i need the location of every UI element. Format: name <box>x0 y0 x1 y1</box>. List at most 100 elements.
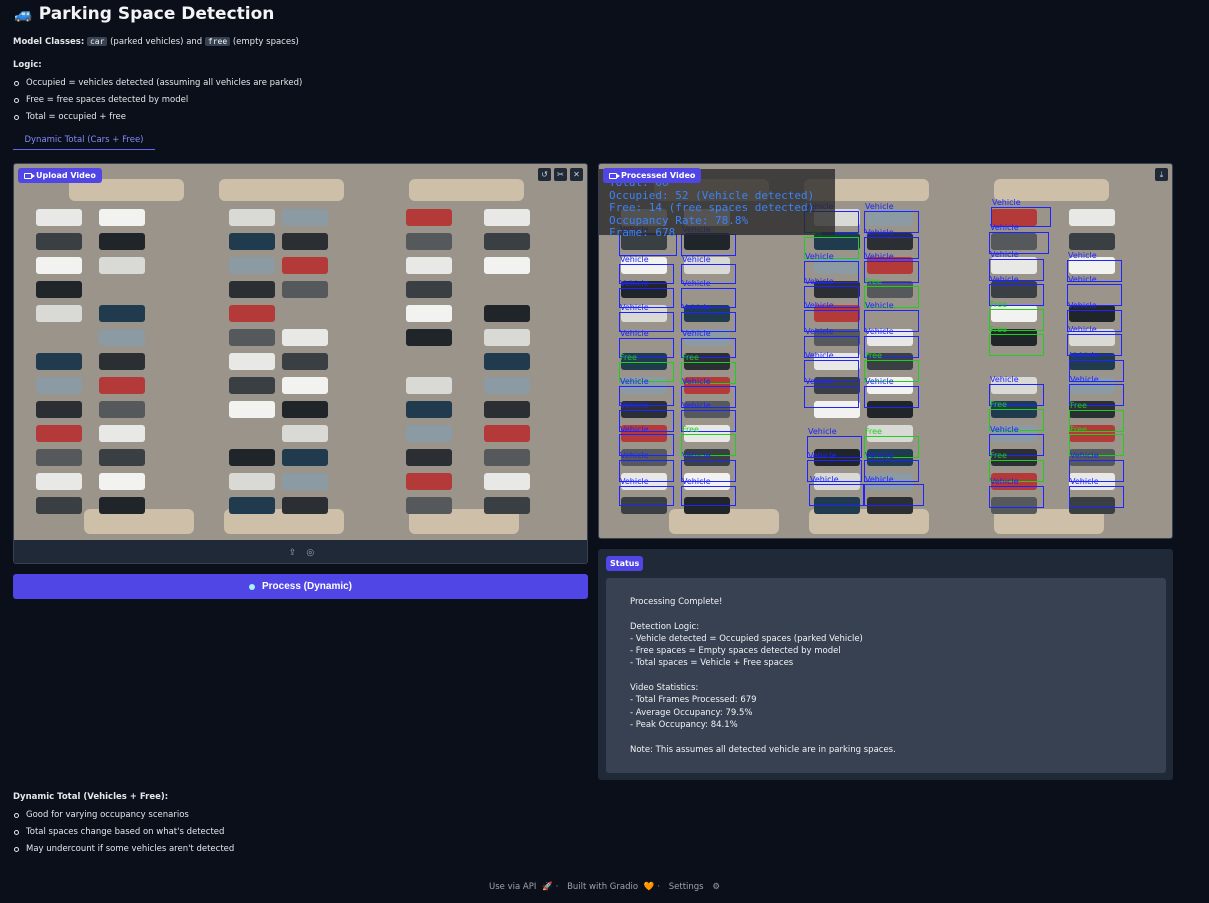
detection-label: Vehicle <box>865 451 894 460</box>
detection-label: Vehicle <box>682 377 711 386</box>
close-icon[interactable]: ✕ <box>570 168 583 181</box>
vehicle-detection-box: Vehicle <box>1069 477 1124 508</box>
detection-label: Vehicle <box>990 477 1019 486</box>
scissors-icon[interactable]: ✂ <box>554 168 567 181</box>
status-line: Video Statistics: <box>630 683 699 694</box>
parked-car <box>484 209 530 226</box>
parked-car <box>484 257 530 274</box>
detection-label: Vehicle <box>1070 477 1099 486</box>
parked-car <box>229 377 275 394</box>
detection-label: Free <box>990 400 1007 409</box>
parked-car <box>229 449 275 466</box>
upload-video-frame <box>14 164 587 540</box>
parked-car <box>229 473 275 490</box>
detection-label: Free <box>990 325 1007 334</box>
download-icon[interactable]: ⤓ <box>1155 168 1168 181</box>
detection-label: Vehicle <box>808 451 837 460</box>
free-detection-box: Free <box>989 325 1044 356</box>
parked-car <box>99 425 145 442</box>
detection-label: Vehicle <box>620 329 649 338</box>
status-line: - Vehicle detected = Occupied spaces (pa… <box>630 633 863 644</box>
detection-label: Vehicle <box>805 327 834 336</box>
parked-car <box>99 353 145 370</box>
upload-video-panel[interactable]: Upload Video ↺ ✂ ✕ ⇪ ◎ <box>13 163 588 564</box>
parked-car <box>406 497 452 514</box>
parked-car <box>36 377 82 394</box>
car-icon: 🚙 <box>14 5 33 23</box>
detection-label: Vehicle <box>620 279 649 288</box>
detection-label: Vehicle <box>805 277 834 286</box>
detection-label: Vehicle <box>990 223 1019 232</box>
detection-label: Vehicle <box>805 377 834 386</box>
undo-icon[interactable]: ↺ <box>538 168 551 181</box>
parked-car <box>36 449 82 466</box>
settings-link[interactable]: Settings ⚙ <box>666 882 723 892</box>
parked-car <box>36 425 82 442</box>
detection-label: Vehicle <box>1068 275 1097 284</box>
parked-car <box>229 497 275 514</box>
detection-label: Vehicle <box>1070 351 1099 360</box>
logic-list: Occupied = vehicles detected (assuming a… <box>13 76 302 127</box>
parked-car <box>282 425 328 442</box>
parked-car <box>99 329 145 346</box>
detection-label: Vehicle <box>805 301 834 310</box>
footer: Use via API 🚀 · Built with Gradio 🧡 · Sett… <box>0 882 1209 892</box>
parked-car <box>99 449 145 466</box>
detection-label: Vehicle <box>620 451 649 460</box>
parked-car <box>99 401 145 418</box>
detection-label: Vehicle <box>990 375 1019 384</box>
parked-car <box>406 329 452 346</box>
detection-label: Vehicle <box>620 425 649 434</box>
parked-car <box>484 401 530 418</box>
parked-car <box>406 449 452 466</box>
status-textbox[interactable]: Processing Complete! Detection Logic: - Ve… <box>606 578 1166 773</box>
detection-label: Free <box>620 353 637 362</box>
detection-label: Vehicle <box>1070 375 1099 384</box>
processed-video-panel[interactable]: Total: 66 Occupied: 52 (Vehicle detected… <box>598 163 1173 539</box>
parked-car <box>1069 209 1115 226</box>
status-line: Processing Complete! <box>630 597 723 607</box>
parked-car <box>229 257 275 274</box>
detection-label: Vehicle <box>808 427 837 436</box>
process-button[interactable]: Process (Dynamic) <box>13 574 588 599</box>
parked-car <box>406 281 452 298</box>
detection-label: Vehicle <box>620 377 649 386</box>
parked-car <box>484 497 530 514</box>
parked-car <box>36 401 82 418</box>
parked-car <box>282 257 328 274</box>
detection-label: Vehicle <box>990 250 1019 259</box>
detection-label: Vehicle <box>810 475 839 484</box>
status-line: - Peak Occupancy: 84.1% <box>630 719 738 730</box>
detection-label: Free <box>990 300 1007 309</box>
logic-heading: Logic: <box>13 60 42 70</box>
detection-label: Vehicle <box>865 475 894 484</box>
webcam-icon[interactable]: ◎ <box>306 548 314 558</box>
upload-icon[interactable]: ⇪ <box>289 548 297 558</box>
detection-label: Free <box>682 353 699 362</box>
parked-car <box>36 353 82 370</box>
parked-car <box>406 305 452 322</box>
status-line <box>630 670 1142 682</box>
parked-car <box>282 401 328 418</box>
median-island <box>409 179 524 201</box>
parked-car <box>282 449 328 466</box>
overlay-line: Free: 14 (free spaces detected) <box>609 201 815 214</box>
vehicle-detection-box: Vehicle <box>681 477 736 506</box>
detection-label: Free <box>865 351 882 360</box>
vehicle-detection-box: Vehicle <box>804 377 859 408</box>
detection-label: Vehicle <box>682 477 711 486</box>
detection-label: Vehicle <box>805 351 834 360</box>
api-link[interactable]: Use via API 🚀 <box>486 882 553 892</box>
tab-dynamic-total[interactable]: Dynamic Total (Cars + Free) <box>13 133 155 150</box>
parked-car <box>406 209 452 226</box>
parked-car <box>99 377 145 394</box>
page-title: 🚙 Parking Space Detection <box>14 4 275 24</box>
parked-car <box>229 329 275 346</box>
parked-car <box>406 233 452 250</box>
parked-car <box>282 353 328 370</box>
detection-label: Free <box>1070 401 1087 410</box>
parked-car <box>36 473 82 490</box>
detection-label: Vehicle <box>682 329 711 338</box>
gradio-link[interactable]: Built with Gradio 🧡 <box>564 882 654 892</box>
parked-car <box>99 305 145 322</box>
